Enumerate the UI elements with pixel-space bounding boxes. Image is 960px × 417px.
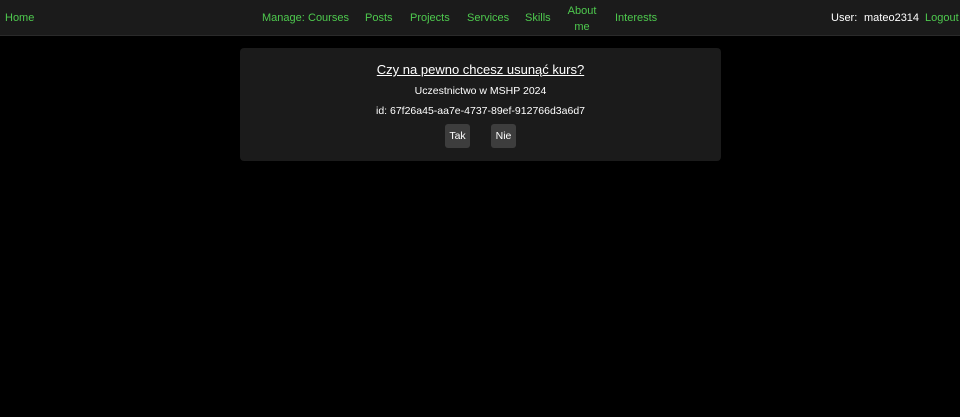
nav-courses-link[interactable]: Courses — [308, 11, 349, 25]
top-navbar: Home Manage: Courses Posts Projects Serv… — [0, 0, 960, 36]
user-label: User: — [831, 12, 858, 24]
confirm-button[interactable]: Tak — [445, 124, 470, 148]
username: mateo2314 — [864, 12, 920, 24]
nav-services-link[interactable]: Services — [467, 11, 509, 25]
nav-logout-link[interactable]: Logout — [925, 11, 959, 25]
cancel-button[interactable]: Nie — [491, 124, 516, 148]
nav-projects-link[interactable]: Projects — [410, 11, 450, 25]
course-name: Uczestnictwo w MSHP 2024 — [414, 85, 547, 97]
nav-interests-link[interactable]: Interests — [615, 11, 657, 25]
nav-about-link[interactable]: About me — [566, 3, 598, 35]
dialog-title: Czy na pewno chcesz usunąć kurs? — [376, 62, 585, 77]
manage-label: Manage: — [262, 12, 305, 24]
delete-course-dialog: Czy na pewno chcesz usunąć kurs? Uczestn… — [240, 48, 721, 161]
course-id: id: 67f26a45-aa7e-4737-89ef-912766d3a6d7 — [375, 105, 585, 117]
nav-posts-link[interactable]: Posts — [365, 11, 393, 25]
nav-home-link[interactable]: Home — [5, 11, 34, 25]
nav-skills-link[interactable]: Skills — [525, 11, 551, 25]
